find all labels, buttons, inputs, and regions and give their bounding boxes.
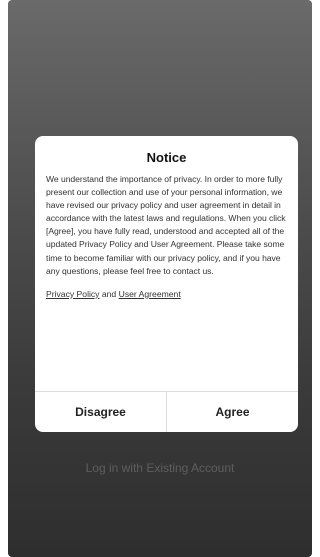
dialog-actions: Disagree Agree bbox=[35, 391, 298, 432]
links-conjunction: and bbox=[101, 288, 119, 299]
privacy-notice-dialog: Notice We understand the importance of p… bbox=[35, 136, 298, 432]
user-agreement-link[interactable]: User Agreement bbox=[119, 289, 181, 299]
login-existing-account-link[interactable]: Log in with Existing Account bbox=[8, 461, 312, 475]
disagree-button[interactable]: Disagree bbox=[35, 392, 166, 432]
dialog-message: We understand the importance of privacy.… bbox=[46, 174, 286, 276]
agree-button[interactable]: Agree bbox=[166, 392, 298, 432]
policy-links: Privacy Policy and User Agreement bbox=[46, 289, 287, 299]
dialog-title: Notice bbox=[146, 150, 187, 165]
privacy-policy-link[interactable]: Privacy Policy bbox=[46, 289, 99, 299]
app-screen: Log in with Existing Account Notice We u… bbox=[8, 0, 312, 557]
